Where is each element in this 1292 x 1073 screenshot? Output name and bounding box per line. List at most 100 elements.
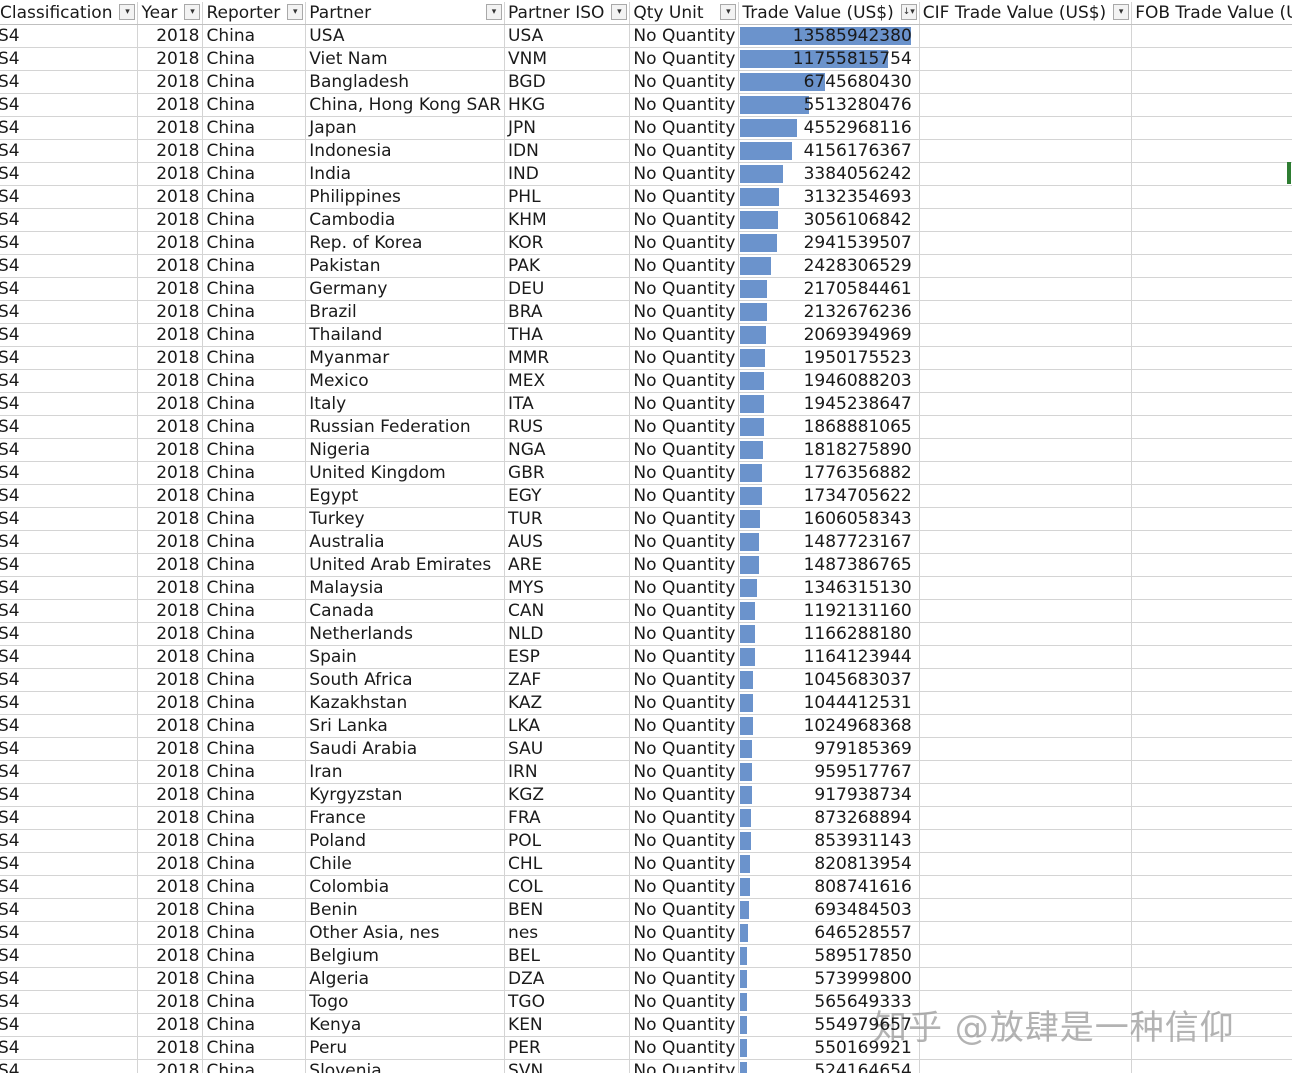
column-header-qty-unit[interactable]: Qty Unit ▾ [629, 2, 740, 25]
cell-partner-iso[interactable]: ESP [504, 645, 631, 669]
cell-classification[interactable]: S4 [0, 760, 139, 784]
cell-partner-iso[interactable]: DEU [504, 277, 631, 301]
cell-reporter[interactable]: China [202, 737, 307, 761]
cell-classification[interactable]: S4 [0, 162, 139, 186]
cell-fob-trade-value[interactable] [1131, 622, 1292, 646]
cell-trade-value[interactable]: 1945238647 [738, 392, 920, 416]
cell-classification[interactable]: S4 [0, 300, 139, 324]
cell-partner[interactable]: Sri Lanka [305, 714, 506, 738]
cell-cif-trade-value[interactable] [919, 300, 1133, 324]
cell-classification[interactable]: S4 [0, 392, 139, 416]
cell-year[interactable]: 2018 [137, 162, 204, 186]
cell-trade-value[interactable]: 554979657 [738, 1013, 920, 1037]
cell-classification[interactable]: S4 [0, 507, 139, 531]
column-header-partner[interactable]: Partner ▾ [305, 2, 506, 25]
cell-reporter[interactable]: China [202, 139, 307, 163]
cell-year[interactable]: 2018 [137, 323, 204, 347]
cell-reporter[interactable]: China [202, 852, 307, 876]
cell-reporter[interactable]: China [202, 599, 307, 623]
cell-trade-value[interactable]: 1024968368 [738, 714, 920, 738]
cell-cif-trade-value[interactable] [919, 806, 1133, 830]
cell-qty-unit[interactable]: No Quantity [629, 185, 740, 209]
cell-partner[interactable]: Iran [305, 760, 506, 784]
cell-cif-trade-value[interactable] [919, 852, 1133, 876]
cell-year[interactable]: 2018 [137, 461, 204, 485]
cell-classification[interactable]: S4 [0, 231, 139, 255]
cell-reporter[interactable]: China [202, 484, 307, 508]
cell-qty-unit[interactable]: No Quantity [629, 530, 740, 554]
cell-fob-trade-value[interactable] [1131, 369, 1292, 393]
cell-partner-iso[interactable]: NGA [504, 438, 631, 462]
column-header-trade-value[interactable]: Trade Value (US$) ↓▾ [738, 2, 920, 25]
cell-cif-trade-value[interactable] [919, 277, 1133, 301]
cell-partner[interactable]: United Arab Emirates [305, 553, 506, 577]
cell-qty-unit[interactable]: No Quantity [629, 254, 740, 278]
cell-partner[interactable]: Italy [305, 392, 506, 416]
cell-qty-unit[interactable]: No Quantity [629, 438, 740, 462]
cell-partner-iso[interactable]: POL [504, 829, 631, 853]
cell-partner[interactable]: Rep. of Korea [305, 231, 506, 255]
cell-classification[interactable]: S4 [0, 1013, 139, 1037]
cell-cif-trade-value[interactable] [919, 208, 1133, 232]
cell-partner[interactable]: Japan [305, 116, 506, 140]
cell-reporter[interactable]: China [202, 93, 307, 117]
cell-fob-trade-value[interactable] [1131, 714, 1292, 738]
cell-classification[interactable]: S4 [0, 806, 139, 830]
cell-trade-value[interactable]: 589517850 [738, 944, 920, 968]
cell-year[interactable]: 2018 [137, 185, 204, 209]
cell-trade-value[interactable]: 1950175523 [738, 346, 920, 370]
cell-partner-iso[interactable]: BEN [504, 898, 631, 922]
cell-reporter[interactable]: China [202, 162, 307, 186]
cell-trade-value[interactable]: 4552968116 [738, 116, 920, 140]
cell-reporter[interactable]: China [202, 392, 307, 416]
cell-partner[interactable]: Poland [305, 829, 506, 853]
cell-fob-trade-value[interactable] [1131, 323, 1292, 347]
cell-partner-iso[interactable]: MYS [504, 576, 631, 600]
cell-fob-trade-value[interactable] [1131, 116, 1292, 140]
cell-partner[interactable]: United Kingdom [305, 461, 506, 485]
filter-dropdown-icon[interactable]: ▾ [119, 4, 136, 20]
cell-partner-iso[interactable]: PAK [504, 254, 631, 278]
filter-dropdown-icon[interactable]: ▾ [184, 4, 201, 20]
cell-partner[interactable]: Kazakhstan [305, 691, 506, 715]
cell-classification[interactable]: S4 [0, 24, 139, 48]
cell-cif-trade-value[interactable] [919, 668, 1133, 692]
cell-year[interactable]: 2018 [137, 346, 204, 370]
cell-fob-trade-value[interactable] [1131, 254, 1292, 278]
cell-trade-value[interactable]: 2428306529 [738, 254, 920, 278]
cell-reporter[interactable]: China [202, 783, 307, 807]
cell-cif-trade-value[interactable] [919, 737, 1133, 761]
cell-partner-iso[interactable]: KEN [504, 1013, 631, 1037]
cell-classification[interactable]: S4 [0, 139, 139, 163]
cell-reporter[interactable]: China [202, 944, 307, 968]
cell-cif-trade-value[interactable] [919, 484, 1133, 508]
cell-fob-trade-value[interactable] [1131, 231, 1292, 255]
cell-reporter[interactable]: China [202, 898, 307, 922]
cell-partner-iso[interactable]: ZAF [504, 668, 631, 692]
cell-trade-value[interactable]: 917938734 [738, 783, 920, 807]
spreadsheet-grid[interactable]: Classification ▾ Year ▾ Reporter ▾ Partner ▾ Par… [0, 0, 1292, 1073]
cell-fob-trade-value[interactable] [1131, 277, 1292, 301]
cell-reporter[interactable]: China [202, 760, 307, 784]
cell-trade-value[interactable]: 1734705622 [738, 484, 920, 508]
cell-trade-value[interactable]: 979185369 [738, 737, 920, 761]
cell-year[interactable]: 2018 [137, 967, 204, 991]
cell-classification[interactable]: S4 [0, 208, 139, 232]
cell-partner[interactable]: Nigeria [305, 438, 506, 462]
cell-reporter[interactable]: China [202, 1059, 307, 1073]
cell-qty-unit[interactable]: No Quantity [629, 944, 740, 968]
cell-cif-trade-value[interactable] [919, 438, 1133, 462]
cell-partner[interactable]: Belgium [305, 944, 506, 968]
cell-reporter[interactable]: China [202, 323, 307, 347]
cell-partner-iso[interactable]: TGO [504, 990, 631, 1014]
cell-reporter[interactable]: China [202, 231, 307, 255]
cell-year[interactable]: 2018 [137, 852, 204, 876]
cell-qty-unit[interactable]: No Quantity [629, 553, 740, 577]
cell-partner[interactable]: Slovenia [305, 1059, 506, 1073]
cell-partner-iso[interactable]: COL [504, 875, 631, 899]
cell-trade-value[interactable]: 550169921 [738, 1036, 920, 1060]
cell-fob-trade-value[interactable] [1131, 484, 1292, 508]
cell-qty-unit[interactable]: No Quantity [629, 622, 740, 646]
cell-trade-value[interactable]: 3056106842 [738, 208, 920, 232]
cell-partner[interactable]: Germany [305, 277, 506, 301]
